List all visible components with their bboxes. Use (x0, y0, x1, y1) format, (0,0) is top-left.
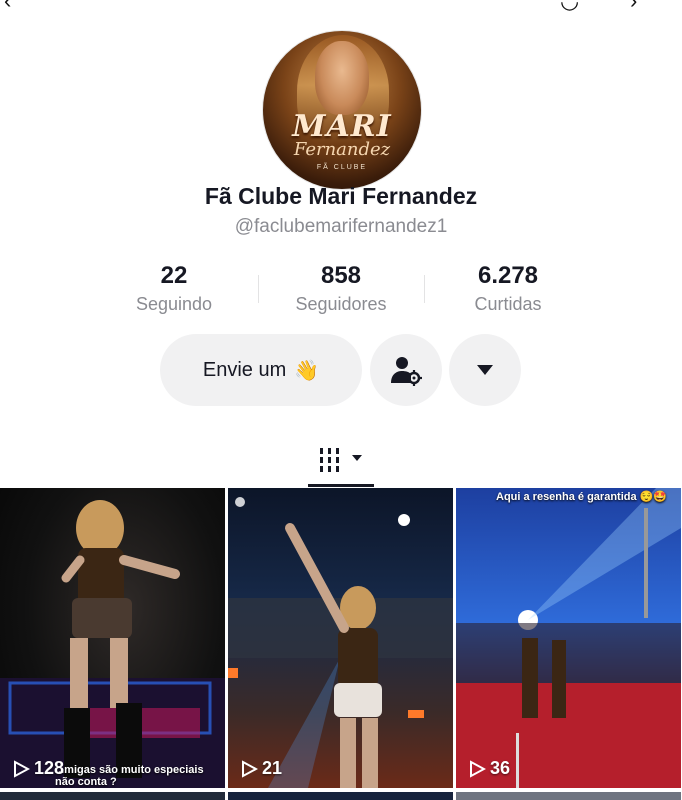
avatar-face (315, 41, 369, 115)
play-icon (14, 759, 30, 778)
video-thumbnail[interactable] (0, 792, 225, 800)
video-caption: ...migas são muito especiais não conta ? (55, 764, 204, 788)
send-message-label: Envie um (202, 358, 287, 381)
play-icon (242, 759, 258, 778)
video-1-artwork (0, 500, 225, 788)
more-options-button[interactable] (449, 334, 521, 406)
avatar[interactable]: MARI Fernandez FÃ CLUBE (262, 30, 422, 190)
tab-active-indicator (308, 484, 374, 487)
stat-following-value: 22 (160, 262, 188, 289)
stat-followers-value: 858 (320, 262, 362, 289)
stat-likes-value: 6.278 (477, 262, 539, 289)
video-grid: ...migas são muito especiais não conta ?… (0, 488, 682, 800)
play-icon (470, 759, 486, 778)
profile-username: @faclubemarifernandez1 (234, 216, 448, 237)
stat-following-label: Seguindo (135, 294, 213, 314)
avatar-logo-small: FÃ CLUBE (316, 164, 368, 171)
video-views-count: 21 (262, 758, 283, 778)
grid-videos-icon (320, 448, 362, 472)
status-bar: ‹ ◡ › (0, 0, 682, 14)
stat-followers[interactable]: 858 Seguidores (256, 262, 426, 315)
video-thumbnail[interactable] (456, 792, 681, 800)
video-views-count: 128 (34, 758, 65, 778)
video-2-artwork (228, 497, 453, 788)
add-friend-button[interactable] (370, 334, 442, 406)
tab-videos[interactable] (309, 434, 373, 486)
avatar-logo-subtitle: Fernandez (293, 139, 391, 160)
video-views: 36 (468, 758, 510, 779)
bell-icon[interactable]: ◡ (560, 0, 579, 14)
send-message-button[interactable]: Envie um 👋 (160, 334, 362, 406)
video-thumbnail[interactable]: ...migas são muito especiais não conta ?… (0, 488, 225, 788)
video-thumbnail[interactable] (228, 792, 453, 800)
back-icon[interactable]: ‹ (4, 0, 11, 14)
profile-display-name: Fã Clube Mari Fernandez (204, 183, 478, 209)
more-icon[interactable]: › (630, 0, 637, 14)
stat-followers-label: Seguidores (295, 294, 387, 314)
video-thumbnail[interactable]: Aqui a resenha é garantida 😌🤩 36 (456, 488, 681, 788)
video-views-count: 36 (490, 758, 511, 778)
video-views: 128 (12, 758, 64, 779)
stat-likes-label: Curtidas (474, 294, 542, 314)
video-caption: Aqui a resenha é garantida 😌🤩 (496, 491, 668, 503)
video-views: 21 (240, 758, 282, 779)
caret-down-icon (477, 365, 493, 375)
wave-emoji-icon: 👋 (294, 359, 320, 382)
video-thumbnail[interactable]: 21 (228, 488, 453, 788)
user-settings-icon (391, 357, 422, 386)
stat-likes[interactable]: 6.278 Curtidas (423, 262, 593, 315)
stat-following[interactable]: 22 Seguindo (89, 262, 259, 315)
video-3-artwork (456, 488, 681, 788)
